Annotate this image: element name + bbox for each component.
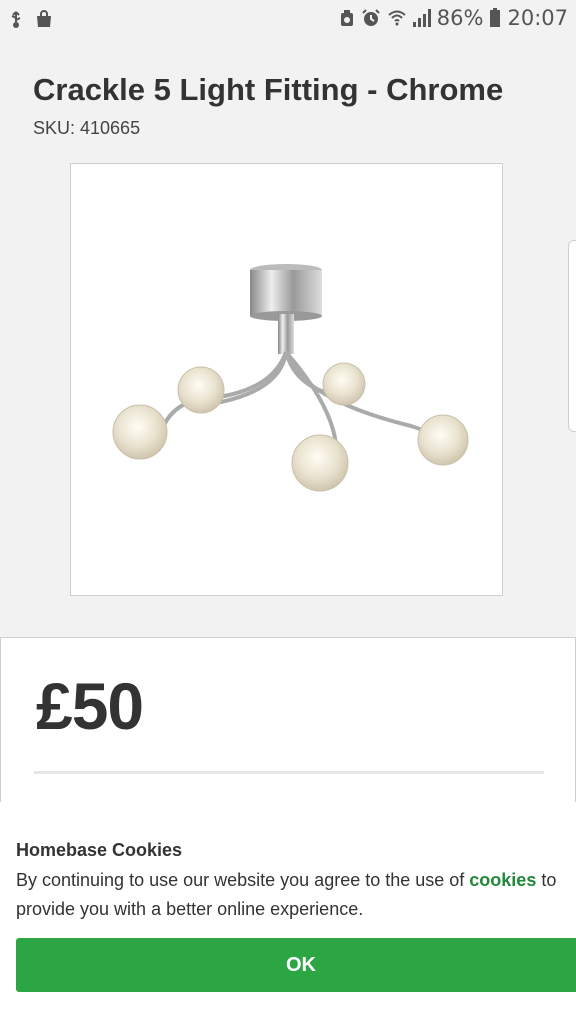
product-price: £50 <box>36 669 144 743</box>
clock: 20:07 <box>507 6 568 30</box>
cookie-message: By continuing to use our website you agr… <box>16 866 576 924</box>
light-fitting-illustration <box>112 264 469 492</box>
alarm-icon <box>362 9 380 26</box>
signal-icon <box>412 9 431 27</box>
product-sku: SKU: 410665 <box>33 118 141 138</box>
battery-percent: 86% <box>436 6 484 30</box>
shopping-bag-icon <box>37 10 51 27</box>
recycle-icon <box>340 10 353 26</box>
usb-icon <box>11 11 21 28</box>
battery-icon <box>490 8 501 27</box>
status-left-icons <box>8 9 54 29</box>
cookie-ok-button[interactable]: OK <box>16 938 576 992</box>
product-image[interactable] <box>70 163 503 596</box>
price-divider <box>34 771 544 774</box>
cookies-link[interactable]: cookies <box>469 870 536 890</box>
status-bar: 86% 20:07 <box>0 0 576 38</box>
price-panel: £50 <box>0 637 576 803</box>
side-drawer-tab[interactable] <box>568 240 576 432</box>
cookie-title: Homebase Cookies <box>16 840 183 860</box>
wifi-icon <box>388 10 406 26</box>
cookie-text-before: By continuing to use our website you agr… <box>16 870 470 890</box>
status-right-icons: 86% 20:07 <box>339 6 568 30</box>
product-title: Crackle 5 Light Fitting - Chrome <box>33 72 504 107</box>
